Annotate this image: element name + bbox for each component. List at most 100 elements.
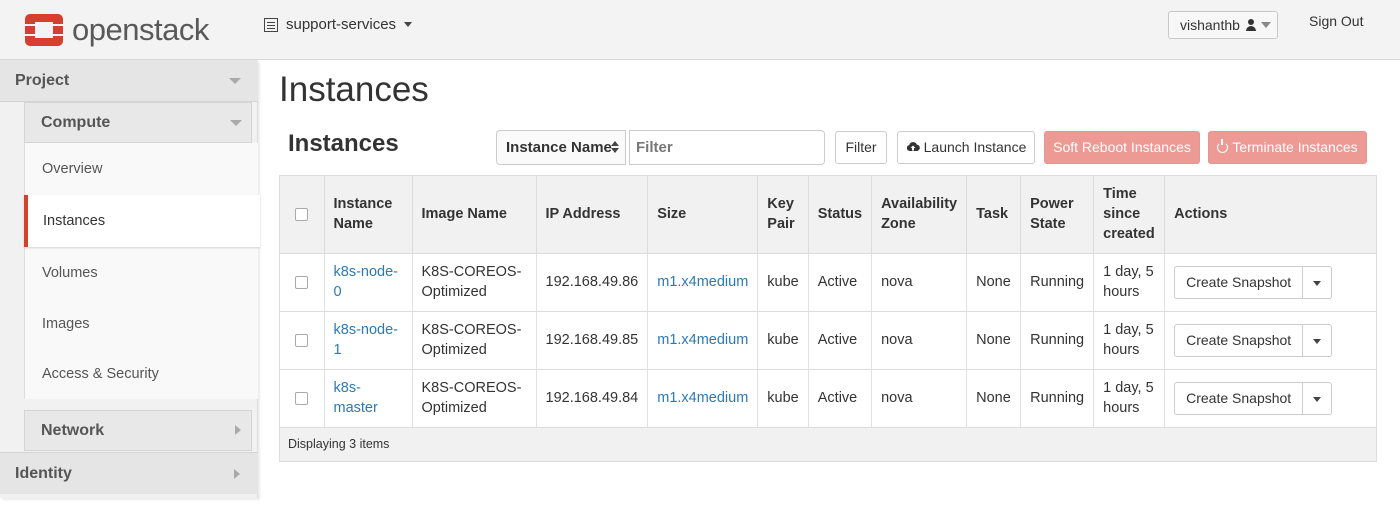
more-actions-dropdown[interactable] <box>1303 265 1333 299</box>
row-checkbox[interactable] <box>295 275 309 289</box>
power-state-cell: Running <box>1020 311 1095 370</box>
filter-button[interactable]: Filter <box>835 131 887 164</box>
select-arrows-icon <box>611 141 619 154</box>
project-list-icon <box>264 17 278 32</box>
column-header-task[interactable]: Task <box>966 176 1022 254</box>
column-header-size[interactable]: Size <box>647 176 759 254</box>
instance-name-link[interactable]: k8s-node-0 <box>334 264 398 300</box>
column-header-image-name[interactable]: Image Name <box>412 176 537 254</box>
sidebar-panel-label: Identity <box>15 465 72 482</box>
instance-name-cell: k8s-node-1 <box>324 311 413 370</box>
sidebar-panel-identity[interactable]: Identity <box>0 452 258 494</box>
flavor-link[interactable]: m1.x4medium <box>657 390 748 406</box>
row-select-cell <box>280 369 325 428</box>
create-snapshot-button[interactable]: Create Snapshot <box>1174 265 1304 299</box>
instance-name-link[interactable]: k8s-master <box>334 380 378 416</box>
sign-out-link[interactable]: Sign Out <box>1309 13 1363 29</box>
column-header-availability-zone[interactable]: Availability Zone <box>871 176 968 254</box>
project-selector[interactable]: support-services <box>264 16 413 33</box>
chevron-right-icon <box>234 469 240 479</box>
terminate-instances-label: Terminate Instances <box>1232 139 1358 155</box>
instance-name-cell: k8s-node-0 <box>324 253 413 312</box>
image-name-cell: K8S-COREOS-Optimized <box>412 253 537 312</box>
instance-name-link[interactable]: k8s-node-1 <box>334 322 398 358</box>
instances-table: Instance Name Image Name IP Address Size… <box>279 175 1377 462</box>
table-row: k8s-node-1 K8S-COREOS-Optimized 192.168.… <box>280 311 1376 370</box>
row-actions: Create Snapshot <box>1174 381 1367 415</box>
row-select-cell <box>280 311 325 370</box>
launch-instance-label: Launch Instance <box>923 139 1027 155</box>
sidebar-panel-label: Project <box>15 72 70 89</box>
soft-reboot-instances-button[interactable]: Soft Reboot Instances <box>1044 131 1200 164</box>
actions-cell: Create Snapshot <box>1164 253 1376 312</box>
user-icon <box>1245 19 1257 31</box>
row-actions: Create Snapshot <box>1174 323 1367 357</box>
row-select-cell <box>280 253 325 312</box>
status-cell: Active <box>808 311 873 370</box>
power-state-cell: Running <box>1020 369 1095 428</box>
chevron-down-icon <box>229 78 241 84</box>
column-header-key-pair[interactable]: Key Pair <box>757 176 809 254</box>
sidebar-item-access-security[interactable]: Access & Security <box>24 349 258 399</box>
column-header-instance-name[interactable]: Instance Name <box>324 176 413 254</box>
ip-address-cell: 192.168.49.85 <box>536 311 649 370</box>
create-snapshot-button[interactable]: Create Snapshot <box>1174 323 1304 357</box>
image-name-cell: K8S-COREOS-Optimized <box>412 369 537 428</box>
instance-name-cell: k8s-master <box>324 369 413 428</box>
chevron-down-icon <box>1260 22 1271 28</box>
page-title: Instances <box>279 70 429 109</box>
task-cell: None <box>966 369 1022 428</box>
time-since-created-cell: 1 day, 5 hours <box>1093 369 1166 428</box>
flavor-link[interactable]: m1.x4medium <box>657 274 748 290</box>
chevron-right-icon <box>235 425 241 435</box>
size-cell: m1.x4medium <box>647 311 759 370</box>
more-actions-dropdown[interactable] <box>1303 323 1333 357</box>
column-header-power-state[interactable]: Power State <box>1020 176 1095 254</box>
power-state-cell: Running <box>1020 253 1095 312</box>
more-actions-dropdown[interactable] <box>1303 381 1333 415</box>
time-since-created-cell: 1 day, 5 hours <box>1093 253 1166 312</box>
top-navbar: openstack support-services vishanthb Sig… <box>0 0 1400 60</box>
select-all-cell <box>280 176 325 254</box>
sidebar-item-overview[interactable]: Overview <box>24 143 258 195</box>
sidebar-group-label: Compute <box>41 114 111 131</box>
launch-instance-button[interactable]: Launch Instance <box>897 131 1035 164</box>
status-cell: Active <box>808 253 873 312</box>
sidebar-item-volumes[interactable]: Volumes <box>24 247 258 299</box>
filter-input[interactable] <box>629 130 825 165</box>
sidebar-group-network[interactable]: Network <box>24 410 252 451</box>
column-header-ip-address[interactable]: IP Address <box>536 176 649 254</box>
table-title: Instances <box>288 130 399 157</box>
sidebar-group-compute[interactable]: Compute <box>24 102 252 143</box>
project-name: support-services <box>286 16 397 33</box>
filter-field-select[interactable]: Instance Name <box>496 130 626 165</box>
task-cell: None <box>966 311 1022 370</box>
task-cell: None <box>966 253 1022 312</box>
availability-zone-cell: nova <box>871 311 968 370</box>
row-checkbox[interactable] <box>295 333 309 347</box>
flavor-link[interactable]: m1.x4medium <box>657 332 748 348</box>
row-actions: Create Snapshot <box>1174 265 1367 299</box>
terminate-instances-button[interactable]: Terminate Instances <box>1208 131 1367 164</box>
user-menu[interactable]: vishanthb <box>1168 11 1278 39</box>
key-pair-cell: kube <box>757 311 809 370</box>
brand-name: openstack <box>72 12 209 47</box>
size-cell: m1.x4medium <box>647 253 759 312</box>
openstack-logo[interactable]: openstack <box>22 10 209 50</box>
column-header-actions: Actions <box>1164 176 1376 254</box>
sidebar-item-instances[interactable]: Instances <box>24 195 260 247</box>
image-name-cell: K8S-COREOS-Optimized <box>412 311 537 370</box>
sidebar-item-images[interactable]: Images <box>24 299 258 349</box>
column-header-status[interactable]: Status <box>808 176 873 254</box>
status-cell: Active <box>808 369 873 428</box>
cloud-upload-icon <box>906 133 920 152</box>
sidebar-group-label: Network <box>41 422 105 439</box>
row-checkbox[interactable] <box>295 391 309 405</box>
create-snapshot-button[interactable]: Create Snapshot <box>1174 381 1304 415</box>
sidebar-panel-project[interactable]: Project <box>0 60 258 102</box>
select-all-checkbox[interactable] <box>295 207 309 221</box>
table-header-row: Instance Name Image Name IP Address Size… <box>280 176 1376 254</box>
actions-cell: Create Snapshot <box>1164 369 1376 428</box>
filter-field-value: Instance Name <box>506 139 612 156</box>
column-header-time-since-created[interactable]: Time since created <box>1093 176 1166 254</box>
